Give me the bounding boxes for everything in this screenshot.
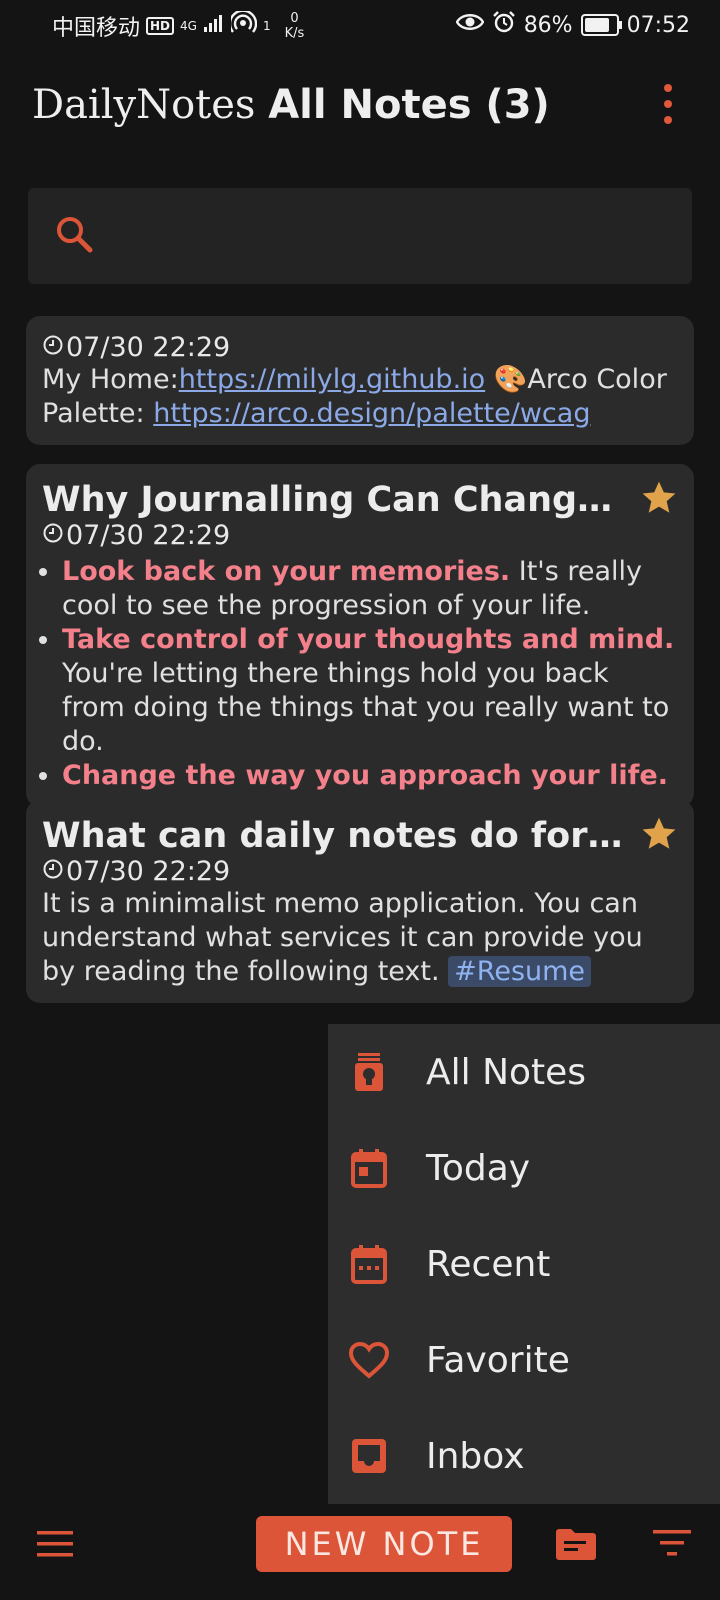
bottom-bar: NEW NOTE: [0, 1506, 720, 1600]
calendar-recent-icon: [348, 1243, 390, 1285]
star-icon[interactable]: [640, 816, 678, 856]
search-input[interactable]: [118, 208, 662, 266]
list-item: Change the way you approach your life.: [62, 759, 678, 793]
status-bar: 中国移动 HD 4G 1 0 K/s 86% 07:52: [0, 0, 720, 50]
menu-item-label: Recent: [426, 1243, 551, 1285]
app-bar: DailyNotes All Notes (3): [0, 70, 720, 140]
bullet-bold: Look back on your memories.: [62, 556, 511, 587]
note-bullets: Look back on your memories. It's really …: [42, 555, 678, 793]
network-label: 4G: [180, 19, 197, 33]
menu-item-label: All Notes: [426, 1051, 587, 1093]
battery-fill: [584, 18, 610, 32]
note-time: 07/30 22:29: [42, 856, 678, 887]
clock-icon: [42, 856, 64, 887]
filter-menu: All Notes Today Recent Favorite Inbox: [328, 1024, 720, 1504]
hotspot-icon: [228, 9, 258, 41]
page-title: DailyNotes All Notes (3): [32, 82, 550, 128]
note-card[interactable]: Why Journalling Can Change Y... 07/30 22…: [26, 464, 694, 807]
note-card[interactable]: What can daily notes do for you? 07/30 2…: [26, 800, 694, 1003]
alarm-icon: [492, 10, 516, 40]
note-time-text: 07/30 22:29: [66, 520, 231, 551]
carrier-label: 中国移动: [52, 16, 141, 41]
speed-value: 0: [290, 11, 299, 26]
palette-link[interactable]: https://arco.design/palette/wcag: [153, 398, 590, 429]
app-brand: DailyNotes: [32, 82, 256, 128]
list-item: Look back on your memories. It's really …: [62, 555, 678, 623]
home-link[interactable]: https://milylg.github.io: [179, 364, 485, 395]
list-item: Take control of your thoughts and mind. …: [62, 623, 678, 759]
heart-icon: [348, 1339, 390, 1381]
menu-item-today[interactable]: Today: [328, 1120, 720, 1216]
star-icon[interactable]: [640, 480, 678, 520]
note-body: My Home:https://milylg.github.io 🎨Arco C…: [42, 363, 678, 431]
battery-percent: 86%: [523, 12, 573, 38]
note-title: What can daily notes do for you?: [42, 816, 630, 856]
note-card[interactable]: 07/30 22:29 My Home:https://milylg.githu…: [26, 316, 694, 445]
speed-unit: K/s: [284, 26, 305, 41]
menu-item-label: Favorite: [426, 1339, 570, 1381]
eye-icon: [455, 12, 485, 38]
clock-icon: [42, 520, 64, 551]
inbox-icon: [348, 1435, 390, 1477]
folder-icon[interactable]: [554, 1526, 598, 1562]
note-time: 07/30 22:29: [42, 520, 678, 551]
clock-icon: [42, 332, 64, 363]
tag-chip[interactable]: #Resume: [448, 956, 592, 987]
search-bar[interactable]: [28, 188, 692, 284]
menu-item-recent[interactable]: Recent: [328, 1216, 720, 1312]
note-time: 07/30 22:29: [42, 332, 678, 363]
note-time-text: 07/30 22:29: [66, 856, 231, 887]
hd-badge: HD: [146, 17, 175, 35]
calendar-today-icon: [348, 1147, 390, 1189]
clock: 07:52: [626, 12, 690, 38]
lightbulb-icon: [348, 1051, 390, 1093]
note-title: Why Journalling Can Change Y...: [42, 480, 630, 520]
filter-icon[interactable]: [652, 1528, 692, 1558]
menu-item-inbox[interactable]: Inbox: [328, 1408, 720, 1504]
more-vert-icon[interactable]: [656, 84, 680, 124]
search-icon: [54, 214, 94, 258]
home-label: My Home:: [42, 364, 179, 395]
menu-item-label: Inbox: [426, 1435, 525, 1477]
bullet-text: You're letting there things hold you bac…: [62, 658, 670, 757]
new-note-button[interactable]: NEW NOTE: [256, 1516, 512, 1572]
palette-icon: 🎨: [493, 364, 528, 395]
hamburger-icon[interactable]: [36, 1528, 74, 1560]
battery-icon: [580, 14, 622, 36]
note-time-text: 07/30 22:29: [66, 332, 231, 363]
view-title: All Notes (3): [268, 82, 550, 128]
network-speed: 0 K/s: [285, 11, 305, 41]
bullet-bold: Change the way you approach your life.: [62, 760, 668, 791]
menu-item-favorite[interactable]: Favorite: [328, 1312, 720, 1408]
note-body: It is a minimalist memo application. You…: [42, 887, 678, 989]
menu-item-label: Today: [426, 1147, 531, 1189]
hotspot-count: 1: [262, 19, 271, 33]
menu-item-all-notes[interactable]: All Notes: [328, 1024, 720, 1120]
bullet-bold: Take control of your thoughts and mind.: [62, 624, 675, 655]
signal-icon: [203, 13, 225, 39]
